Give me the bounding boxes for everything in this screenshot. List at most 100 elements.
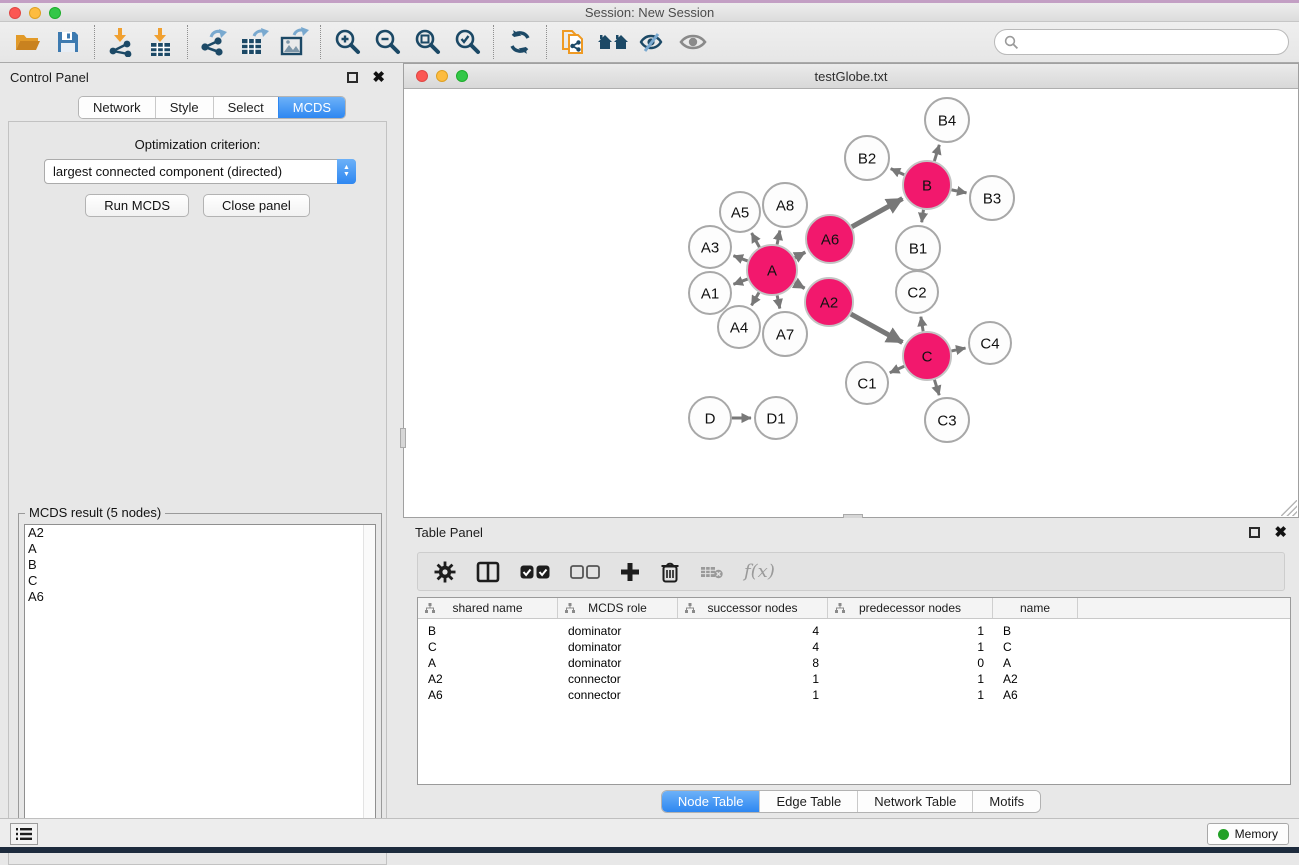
zoom-in-button[interactable] bbox=[327, 24, 367, 60]
graph-node-D[interactable]: D bbox=[689, 397, 731, 439]
table-row[interactable]: Cdominator41C bbox=[418, 639, 1290, 655]
table-row[interactable]: Bdominator41B bbox=[418, 623, 1290, 639]
minimize-window-button[interactable] bbox=[29, 7, 41, 19]
show-view-button[interactable] bbox=[673, 24, 713, 60]
open-file-button[interactable] bbox=[8, 24, 48, 60]
table-cell[interactable]: dominator bbox=[558, 656, 678, 670]
graph-node-A5[interactable]: A5 bbox=[720, 192, 760, 232]
network-canvas[interactable]: B4B2BB3A8A5A6A3B1AA1C2A2A4A7C4CC1DD1C3 bbox=[404, 89, 1298, 517]
delete-column-button[interactable] bbox=[660, 561, 680, 583]
criterion-dropdown[interactable]: largest connected component (directed) ▲… bbox=[44, 159, 356, 184]
home-button[interactable] bbox=[593, 24, 633, 60]
save-session-button[interactable] bbox=[48, 24, 88, 60]
graph-edge-B-B4[interactable] bbox=[934, 145, 939, 161]
graph-edge-C-C2[interactable] bbox=[921, 317, 923, 332]
table-cell[interactable]: B bbox=[418, 624, 558, 638]
table-cell[interactable]: C bbox=[418, 640, 558, 654]
search-input[interactable] bbox=[1019, 35, 1269, 50]
graph-node-A6[interactable]: A6 bbox=[806, 215, 854, 263]
table-cell[interactable]: 8 bbox=[678, 656, 828, 670]
search-field[interactable] bbox=[994, 29, 1289, 55]
table-cell[interactable]: A2 bbox=[993, 672, 1078, 686]
table-cell[interactable]: A bbox=[418, 656, 558, 670]
graph-edge-A-A3[interactable] bbox=[733, 256, 747, 261]
zoom-fit-button[interactable] bbox=[407, 24, 447, 60]
graph-node-B1[interactable]: B1 bbox=[896, 226, 940, 270]
table-cell[interactable]: 1 bbox=[678, 672, 828, 686]
run-mcds-button[interactable]: Run MCDS bbox=[85, 194, 189, 217]
result-list-item[interactable]: A2 bbox=[25, 525, 375, 541]
table-cell[interactable]: 1 bbox=[828, 672, 993, 686]
refresh-layout-button[interactable] bbox=[500, 24, 540, 60]
task-history-button[interactable] bbox=[10, 823, 38, 845]
result-list-item[interactable]: A bbox=[25, 541, 375, 557]
graph-node-A7[interactable]: A7 bbox=[763, 312, 807, 356]
mcds-result-list[interactable]: A2ABCA6 bbox=[24, 524, 376, 844]
table-cell[interactable]: A6 bbox=[418, 688, 558, 702]
graph-edge-A-A2[interactable] bbox=[795, 283, 805, 289]
select-all-button[interactable] bbox=[520, 565, 550, 579]
minimize-network-window-button[interactable] bbox=[436, 70, 448, 82]
result-list-item[interactable]: C bbox=[25, 573, 375, 589]
table-cell[interactable]: 4 bbox=[678, 640, 828, 654]
zoom-selected-button[interactable] bbox=[447, 24, 487, 60]
tab-network-table[interactable]: Network Table bbox=[857, 791, 972, 812]
graph-edge-A-A7[interactable] bbox=[777, 295, 780, 308]
export-table-button[interactable] bbox=[234, 24, 274, 60]
table-cell[interactable]: dominator bbox=[558, 640, 678, 654]
graph-node-B2[interactable]: B2 bbox=[845, 136, 889, 180]
table-settings-button[interactable] bbox=[434, 561, 456, 583]
tab-node-table[interactable]: Node Table bbox=[662, 791, 760, 812]
network-view-window[interactable]: testGlobe.txt B4B2BB3A8A5A6A3B1AA1C2A2A4… bbox=[403, 63, 1299, 518]
close-window-button[interactable] bbox=[9, 7, 21, 19]
table-cell[interactable]: A bbox=[993, 656, 1078, 670]
graph-node-A[interactable]: A bbox=[747, 245, 797, 295]
graph-edge-C-C4[interactable] bbox=[951, 348, 965, 351]
float-panel-button[interactable] bbox=[347, 72, 358, 83]
table-cell[interactable]: C bbox=[993, 640, 1078, 654]
tab-network[interactable]: Network bbox=[79, 97, 155, 118]
graph-edge-A-A4[interactable] bbox=[752, 293, 759, 306]
network-window-titlebar[interactable]: testGlobe.txt bbox=[404, 64, 1298, 89]
table-cell[interactable]: 1 bbox=[828, 688, 993, 702]
graph-node-B[interactable]: B bbox=[903, 161, 951, 209]
graph-edge-A-A1[interactable] bbox=[733, 279, 747, 284]
graph-node-A3[interactable]: A3 bbox=[689, 226, 731, 268]
graph-edge-C-C3[interactable] bbox=[934, 380, 939, 395]
deselect-all-button[interactable] bbox=[570, 565, 600, 579]
zoom-window-button[interactable] bbox=[49, 7, 61, 19]
export-network-button[interactable] bbox=[194, 24, 234, 60]
tab-motifs[interactable]: Motifs bbox=[972, 791, 1040, 812]
close-table-panel-button[interactable]: ✖ bbox=[1274, 527, 1287, 538]
table-cell[interactable]: 4 bbox=[678, 624, 828, 638]
graph-edge-A-A5[interactable] bbox=[752, 233, 760, 247]
import-network-button[interactable] bbox=[101, 24, 141, 60]
tab-style[interactable]: Style bbox=[155, 97, 213, 118]
graph-node-C[interactable]: C bbox=[903, 332, 951, 380]
float-table-panel-button[interactable] bbox=[1249, 527, 1260, 538]
table-cell[interactable]: connector bbox=[558, 672, 678, 686]
tab-edge-table[interactable]: Edge Table bbox=[759, 791, 857, 812]
graph-node-A2[interactable]: A2 bbox=[805, 278, 853, 326]
graph-node-A4[interactable]: A4 bbox=[718, 306, 760, 348]
tab-select[interactable]: Select bbox=[213, 97, 278, 118]
table-cell[interactable]: 0 bbox=[828, 656, 993, 670]
splitter-handle[interactable] bbox=[400, 428, 406, 448]
function-builder-button[interactable]: f(x) bbox=[744, 561, 775, 582]
graph-edge-A6-B[interactable] bbox=[852, 199, 903, 227]
table-row[interactable]: Adominator80A bbox=[418, 655, 1290, 671]
graph-edge-B-B1[interactable] bbox=[922, 210, 924, 223]
graph-edge-A2-C[interactable] bbox=[851, 314, 903, 342]
table-cell[interactable]: B bbox=[993, 624, 1078, 638]
delete-table-button[interactable] bbox=[700, 565, 724, 579]
graph-node-B3[interactable]: B3 bbox=[970, 176, 1014, 220]
column-header[interactable]: name bbox=[993, 598, 1078, 618]
show-column-button[interactable] bbox=[476, 561, 500, 583]
hide-view-button[interactable] bbox=[633, 24, 673, 60]
export-image-button[interactable] bbox=[274, 24, 314, 60]
import-table-button[interactable] bbox=[141, 24, 181, 60]
column-header[interactable]: MCDS role bbox=[558, 598, 678, 618]
graph-node-B4[interactable]: B4 bbox=[925, 98, 969, 142]
table-cell[interactable]: A2 bbox=[418, 672, 558, 686]
close-network-window-button[interactable] bbox=[416, 70, 428, 82]
